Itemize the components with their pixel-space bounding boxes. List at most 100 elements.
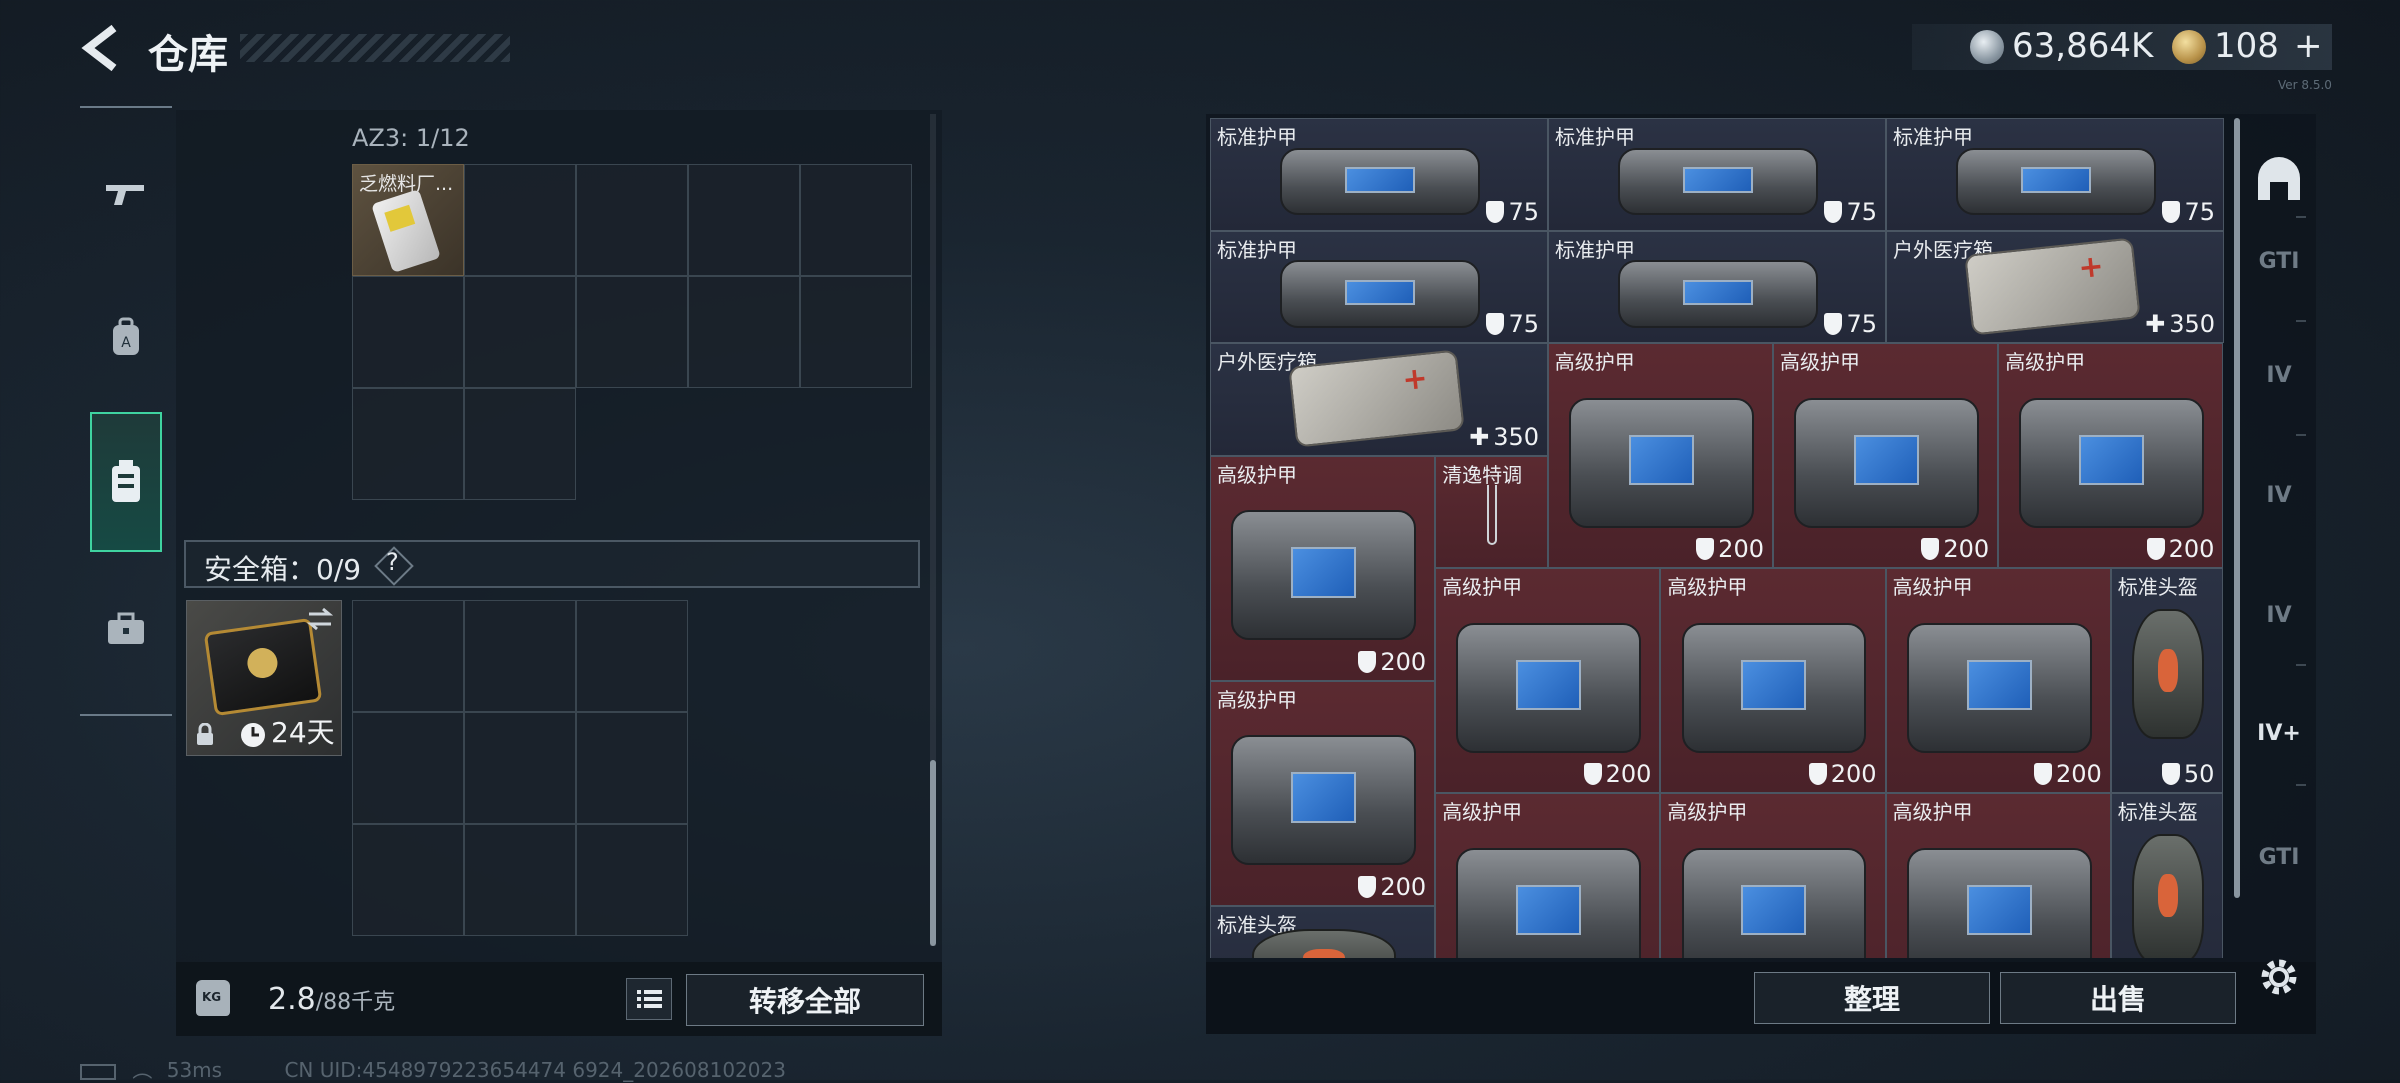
inventory-item[interactable]: 高级护甲 200 xyxy=(1210,455,1436,681)
settings-icon[interactable] xyxy=(2248,946,2310,1008)
grid-slot[interactable] xyxy=(576,276,688,388)
left-scrollbar[interactable] xyxy=(930,760,936,946)
inventory-item[interactable]: 高级护甲 xyxy=(1885,793,2111,958)
svg-text:A: A xyxy=(121,335,131,351)
shield-icon xyxy=(1824,313,1843,335)
value-text: 200 xyxy=(2168,535,2215,563)
gti-icon[interactable]: GTI xyxy=(2248,230,2310,292)
title-decoration xyxy=(240,34,510,62)
gold-coin-icon xyxy=(2172,30,2206,64)
armor-image xyxy=(1280,147,1480,215)
grid-slot[interactable] xyxy=(464,388,576,500)
iv-backpack-icon-2[interactable]: IV xyxy=(2248,464,2310,526)
value-text: 350 xyxy=(1493,422,1539,451)
sort-button[interactable]: 整理 xyxy=(1754,972,1990,1024)
item-value: 200 xyxy=(1583,760,1652,788)
swap-icon[interactable] xyxy=(305,607,335,631)
item-label: 高级护甲 xyxy=(1554,350,1635,374)
item-label: 标准护甲 xyxy=(1217,125,1297,149)
nav-backpack[interactable]: A xyxy=(80,272,172,402)
safebox-slot[interactable] xyxy=(352,824,464,936)
lock-icon xyxy=(197,723,213,745)
inventory-item[interactable]: 户外医疗箱✚350 xyxy=(1886,230,2224,343)
list-view-button[interactable] xyxy=(626,978,672,1020)
inventory-item[interactable]: 标准头盔 50 xyxy=(2110,568,2224,793)
armor-image xyxy=(1618,260,1818,328)
left-category-nav: A xyxy=(80,106,172,716)
inventory-item[interactable]: 高级护甲 200 xyxy=(1435,568,1661,793)
grid-slot[interactable] xyxy=(464,164,576,276)
nav-toolbox[interactable] xyxy=(80,564,172,694)
grid-slot[interactable] xyxy=(352,388,464,500)
safebox-slot[interactable] xyxy=(464,600,576,712)
helmet-slot-icon[interactable] xyxy=(2248,148,2310,210)
grid-slot[interactable] xyxy=(576,164,688,276)
item-label: 标准头盔 xyxy=(2117,575,2198,599)
item-label: 标准头盔 xyxy=(2117,800,2198,824)
safebox-item[interactable]: 24天 xyxy=(186,600,342,756)
weight-readout: 2.8/88千克 xyxy=(268,982,395,1017)
inventory-item[interactable]: 标准护甲 75 xyxy=(1886,118,2224,231)
inventory-scrollbar[interactable] xyxy=(2234,118,2240,898)
safebox-slot[interactable] xyxy=(576,824,688,936)
inventory-item[interactable]: 清逸特调 xyxy=(1435,455,1548,568)
nav-vest[interactable] xyxy=(90,412,162,552)
inventory-item[interactable]: 高级护甲 200 xyxy=(1660,568,1886,793)
drink-image xyxy=(1487,484,1498,545)
item-value: 200 xyxy=(1358,873,1426,901)
iv-backpack-icon[interactable]: IV xyxy=(2248,344,2310,406)
shield-icon xyxy=(1358,650,1377,673)
inventory-item[interactable]: 标准护甲 75 xyxy=(1210,230,1548,343)
value-text: 200 xyxy=(1605,760,1652,788)
grid-slot[interactable] xyxy=(688,276,800,388)
inventory-action-bar: 整理 出售 xyxy=(1206,962,2316,1034)
inventory-item[interactable]: 高级护甲 xyxy=(1660,793,1886,958)
grid-slot[interactable] xyxy=(464,276,576,388)
inventory-item[interactable]: 高级护甲 200 xyxy=(1547,343,1773,568)
safebox-slot[interactable] xyxy=(352,600,464,712)
value-text: 200 xyxy=(1830,760,1877,788)
back-arrow-icon[interactable] xyxy=(78,22,124,74)
helmet-image xyxy=(2132,834,2205,958)
gti-lock-icon[interactable]: GTI xyxy=(2248,826,2310,888)
iv-backpack-icon-3[interactable]: IV xyxy=(2248,584,2310,646)
uid-text: CN UID:4548979223654474 6924_20260810202… xyxy=(284,1058,786,1082)
nav-divider xyxy=(2296,320,2306,322)
inventory-item[interactable]: 标准护甲 75 xyxy=(1548,118,1886,231)
fuel-card-image xyxy=(371,189,441,273)
value-text: 75 xyxy=(1846,197,1877,226)
container-item[interactable]: 乏燃料厂... xyxy=(352,164,464,276)
inventory-item[interactable]: 标准护甲 75 xyxy=(1210,118,1548,231)
iv-add-icon[interactable]: IV+ xyxy=(2248,702,2310,764)
safebox-slot[interactable] xyxy=(352,712,464,824)
item-label: 高级护甲 xyxy=(1667,800,1748,824)
inventory-item[interactable]: 标准头盔 xyxy=(2110,793,2224,958)
transfer-all-button[interactable]: 转移全部 xyxy=(686,974,924,1026)
inventory-item[interactable]: 高级护甲 200 xyxy=(1210,680,1436,906)
silver-amount: 63,864K xyxy=(2012,26,2154,66)
ping-text: 53ms xyxy=(166,1058,223,1082)
inventory-item[interactable]: 户外医疗箱✚350 xyxy=(1210,343,1548,456)
grid-slot[interactable] xyxy=(352,276,464,388)
safebox-slot[interactable] xyxy=(464,712,576,824)
safebox-slot[interactable] xyxy=(576,712,688,824)
inventory-item[interactable]: 高级护甲 xyxy=(1435,793,1661,958)
inventory-item[interactable]: 高级护甲 200 xyxy=(1773,343,1999,568)
add-gold-button[interactable]: + xyxy=(2294,26,2323,66)
inventory-item[interactable]: 标准头盔 xyxy=(1210,905,1436,958)
item-label: 标准护甲 xyxy=(1555,125,1635,149)
grid-slot[interactable] xyxy=(688,164,800,276)
grid-slot[interactable] xyxy=(800,276,912,388)
nav-weapons[interactable] xyxy=(80,128,172,258)
sell-button[interactable]: 出售 xyxy=(2000,972,2236,1024)
item-value: 75 xyxy=(1824,198,1877,226)
inventory-item[interactable]: 高级护甲 200 xyxy=(1998,343,2224,568)
shield-icon xyxy=(2162,200,2181,223)
inventory-item[interactable]: 高级护甲 200 xyxy=(1885,568,2111,793)
medkit-image xyxy=(1288,349,1465,448)
safebox-slot[interactable] xyxy=(576,600,688,712)
grid-slot[interactable] xyxy=(800,164,912,276)
safebox-slot[interactable] xyxy=(464,824,576,936)
inventory-item[interactable]: 标准护甲 75 xyxy=(1548,230,1886,343)
weight-current: 2.8 xyxy=(268,982,316,1017)
